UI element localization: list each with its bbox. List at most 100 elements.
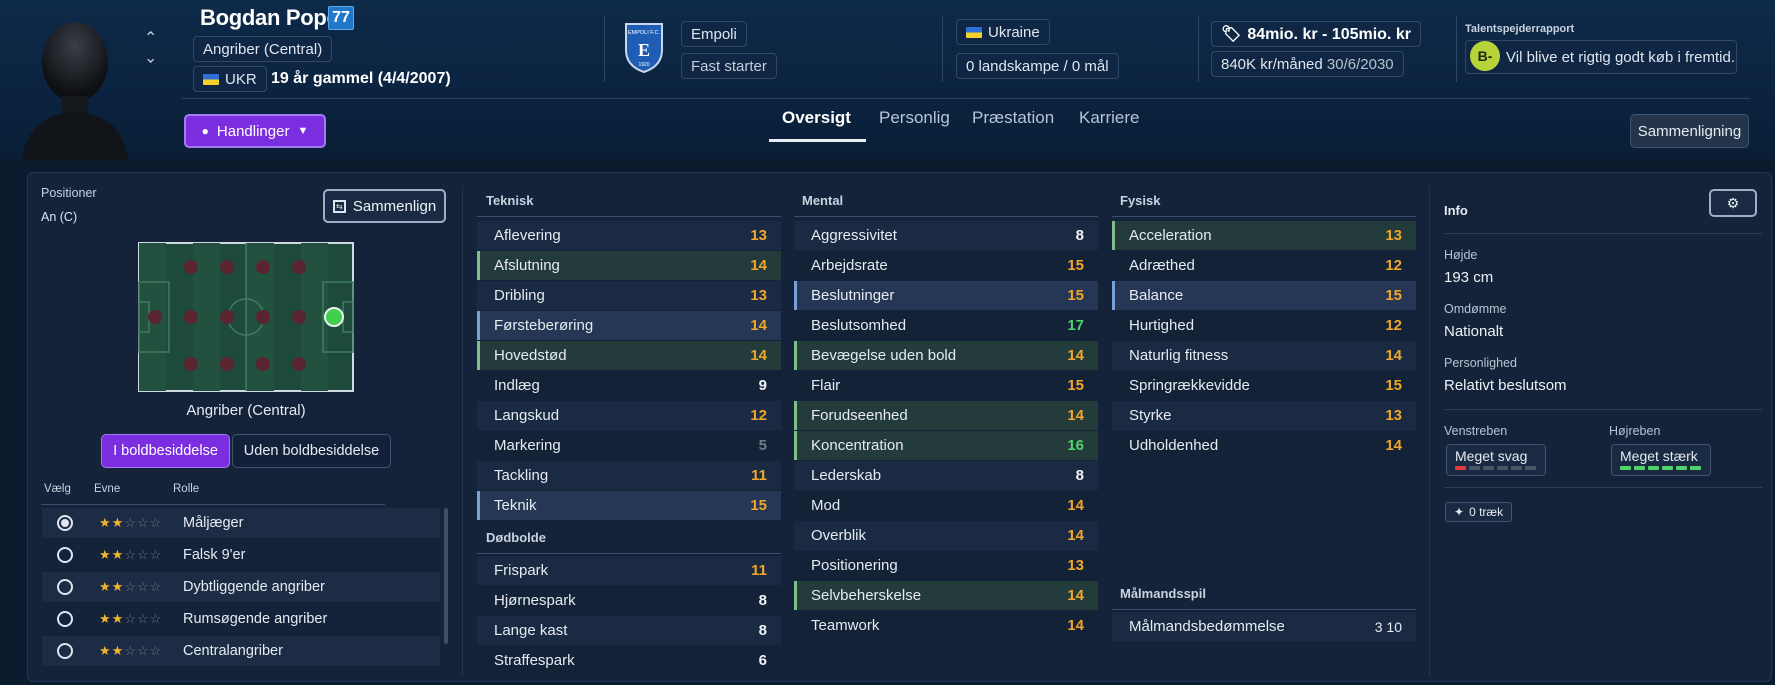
attribute-row-mental-6[interactable]: Forudseenhed 14	[794, 401, 1098, 430]
caps-chip: 0 landskampe / 0 mål	[956, 53, 1119, 79]
position-compare-button[interactable]: ⇆ Sammenlign	[323, 189, 446, 223]
tab-career[interactable]: Karriere	[1079, 108, 1139, 128]
attribute-row-tech-7[interactable]: Markering 5	[477, 431, 781, 460]
attribute-value: 14	[1385, 347, 1402, 364]
attribute-row-set-0[interactable]: Frispark 11	[477, 556, 781, 585]
role-list-scrollbar[interactable]	[444, 508, 448, 644]
attribute-row-mental-12[interactable]: Selvbeherskelse 14	[794, 581, 1098, 610]
info-settings-icon[interactable]: ⚙	[1709, 189, 1757, 217]
attribute-row-tech-4[interactable]: Hovedstød 14	[477, 341, 781, 370]
info-title: Info	[1444, 203, 1468, 218]
attribute-row-tech-1[interactable]: Afslutning 14	[477, 251, 781, 280]
attribute-row-mental-4[interactable]: Bevægelse uden bold 14	[794, 341, 1098, 370]
star-icon: ☆	[149, 643, 163, 658]
right-foot-chip: Meget stærk	[1611, 444, 1711, 476]
scout-report[interactable]: B- Vil blive et rigtig godt køb i fremtid…	[1465, 40, 1737, 74]
current-position: An (C)	[41, 210, 78, 224]
prev-player-icon[interactable]: ⌃	[144, 28, 157, 48]
attribute-row-mental-8[interactable]: Lederskab 8	[794, 461, 1098, 490]
star-icon: ☆	[136, 611, 150, 626]
attribute-row-mental-13[interactable]: Teamwork 14	[794, 611, 1098, 640]
attribute-name: Afslutning	[494, 257, 560, 274]
attribute-name: Bevægelse uden bold	[811, 347, 957, 364]
tab-overview[interactable]: Oversigt	[782, 108, 851, 128]
role-radio[interactable]	[57, 611, 73, 627]
attribute-row-mental-2[interactable]: Beslutninger 15	[794, 281, 1098, 310]
star-icon: ☆	[124, 611, 137, 626]
tab-performance[interactable]: Præstation	[972, 108, 1054, 128]
star-icon: ★	[99, 611, 112, 626]
attribute-row-phys-1[interactable]: Adræthed 12	[1112, 251, 1416, 280]
role-row[interactable]: ★★☆☆☆ Rumsøgende angriber	[42, 604, 440, 634]
role-radio[interactable]	[57, 579, 73, 595]
next-player-icon[interactable]: ⌃	[144, 46, 157, 66]
personality-tag: Fast starter	[681, 53, 777, 79]
attribute-name: Styrke	[1129, 407, 1172, 424]
role-radio[interactable]	[57, 515, 73, 531]
goalkeeping-title: Målmandsspil	[1120, 586, 1206, 601]
attribute-row-tech-9[interactable]: Teknik 15	[477, 491, 781, 520]
attribute-row-mental-5[interactable]: Flair 15	[794, 371, 1098, 400]
attribute-row-mental-1[interactable]: Arbejdsrate 15	[794, 251, 1098, 280]
attribute-row-set-2[interactable]: Lange kast 8	[477, 616, 781, 645]
attribute-row-phys-6[interactable]: Styrke 13	[1112, 401, 1416, 430]
attribute-row-set-1[interactable]: Hjørnespark 8	[477, 586, 781, 615]
compare-button[interactable]: Sammenligning	[1630, 114, 1749, 148]
attribute-row-mental-9[interactable]: Mod 14	[794, 491, 1098, 520]
attribute-name: Frispark	[494, 562, 549, 579]
role-row[interactable]: ★★☆☆☆ Falsk 9'er	[42, 540, 440, 570]
role-row[interactable]: ★★☆☆☆ Centralangriber	[42, 636, 440, 666]
attribute-name: Tackling	[494, 467, 549, 484]
attribute-value: 15	[1067, 257, 1084, 274]
attribute-value: 14	[1385, 437, 1402, 454]
attribute-row-tech-6[interactable]: Langskud 12	[477, 401, 781, 430]
attribute-value: 14	[1067, 347, 1084, 364]
actions-button[interactable]: ● Handlinger ▼	[184, 114, 326, 148]
role-row[interactable]: ★★☆☆☆ Målјæger	[42, 508, 440, 538]
club-logo-text: EMPOLI F.C.	[628, 30, 661, 36]
attribute-row-tech-2[interactable]: Dribling 13	[477, 281, 781, 310]
attribute-row-mental-0[interactable]: Aggressivitet 8	[794, 221, 1098, 250]
traits-chip[interactable]: ✦ 0 træk	[1445, 502, 1513, 522]
scout-report-title: Talentspejderrapport	[1465, 23, 1575, 35]
attribute-row-phys-0[interactable]: Acceleration 13	[1112, 221, 1416, 250]
role-radio[interactable]	[57, 547, 73, 563]
nation-chip[interactable]: Ukraine	[956, 19, 1050, 45]
attribute-value: 12	[1385, 257, 1402, 274]
attribute-row-tech-5[interactable]: Indlæg 9	[477, 371, 781, 400]
tab-personal[interactable]: Personlig	[879, 108, 950, 128]
club-name[interactable]: Empoli	[681, 21, 747, 47]
attribute-row-mental-11[interactable]: Positionering 13	[794, 551, 1098, 580]
out-possession-toggle[interactable]: Uden boldbesiddelse	[232, 434, 391, 468]
attribute-row-mental-7[interactable]: Koncentration 16	[794, 431, 1098, 460]
height-value: 193 cm	[1444, 269, 1494, 286]
star-icon: ★	[111, 611, 125, 626]
player-position: Angriber (Central)	[193, 36, 333, 62]
pitch-position-label: Angriber (Central)	[186, 402, 306, 419]
attribute-row-tech-0[interactable]: Aflevering 13	[477, 221, 781, 250]
star-icon: ★	[99, 579, 112, 594]
foot-bar-segment	[1690, 466, 1701, 470]
attribute-value: 13	[750, 287, 767, 304]
attribute-name: Dribling	[494, 287, 545, 304]
attribute-row-mental-3[interactable]: Beslutsomhed 17	[794, 311, 1098, 340]
club-logo[interactable]: EMPOLI F.C. E 1920	[622, 20, 666, 74]
attribute-row-tech-3[interactable]: Førsteberøring 14	[477, 311, 781, 340]
attribute-row-phys-7[interactable]: Udholdenhed 14	[1112, 431, 1416, 460]
attribute-name: Aflevering	[494, 227, 561, 244]
attribute-value: 17	[1067, 317, 1084, 334]
attribute-row-phys-5[interactable]: Springrækkevidde 15	[1112, 371, 1416, 400]
in-possession-toggle[interactable]: I boldbesiddelse	[101, 434, 230, 468]
role-row[interactable]: ★★☆☆☆ Dybtliggende angriber	[42, 572, 440, 602]
role-radio[interactable]	[57, 643, 73, 659]
attribute-row-phys-3[interactable]: Hurtighed 12	[1112, 311, 1416, 340]
attribute-value: 8	[1075, 467, 1084, 484]
attribute-row-phys-2[interactable]: Balance 15	[1112, 281, 1416, 310]
star-icon: ☆	[124, 547, 137, 562]
attribute-row-phys-4[interactable]: Naturlig fitness 14	[1112, 341, 1416, 370]
attribute-value: 14	[750, 347, 767, 364]
attribute-row-mental-10[interactable]: Overblik 14	[794, 521, 1098, 550]
attribute-row-tech-8[interactable]: Tackling 11	[477, 461, 781, 490]
scout-grade-badge: B-	[1470, 41, 1500, 71]
attribute-row-set-3[interactable]: Straffespark 6	[477, 646, 781, 675]
